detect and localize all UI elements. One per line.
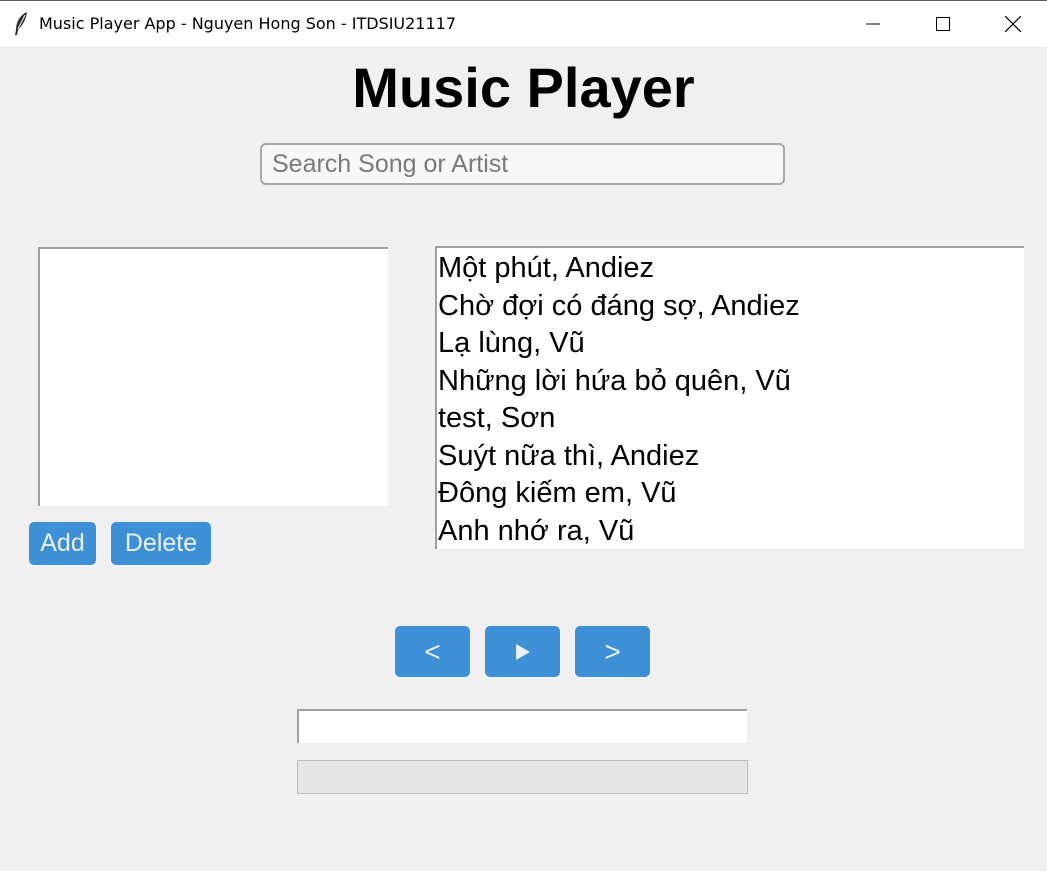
close-icon <box>1005 16 1021 32</box>
delete-button[interactable]: Delete <box>111 522 211 565</box>
now-playing-field <box>297 709 747 743</box>
progress-bar[interactable] <box>297 760 748 794</box>
close-button[interactable] <box>978 1 1047 47</box>
previous-button[interactable]: < <box>395 626 470 677</box>
minimize-button[interactable] <box>838 1 908 47</box>
maximize-icon <box>936 17 950 31</box>
add-button[interactable]: Add <box>29 522 96 565</box>
minimize-icon <box>866 23 880 25</box>
song-item[interactable]: test, Sơn <box>437 400 1024 438</box>
music-player-window: Music Player App - Nguyen Hong Son - ITD… <box>0 0 1047 871</box>
next-button[interactable]: > <box>575 626 650 677</box>
song-item[interactable]: Một phút, Andiez <box>437 250 1024 288</box>
maximize-button[interactable] <box>908 1 978 47</box>
song-item[interactable]: Suýt nữa thì, Andiez <box>437 438 1024 476</box>
song-listbox[interactable]: Một phút, Andiez Chờ đợi có đáng sợ, And… <box>435 246 1024 549</box>
feather-icon <box>12 11 30 37</box>
song-item[interactable]: Anh nhớ ra, Vũ <box>437 513 1024 550</box>
app-heading: Music Player <box>352 56 695 119</box>
play-icon <box>515 643 531 661</box>
play-button[interactable] <box>485 626 560 677</box>
song-item[interactable]: Những lời hứa bỏ quên, Vũ <box>437 363 1024 401</box>
window-title: Music Player App - Nguyen Hong Son - ITD… <box>39 14 457 33</box>
song-item[interactable]: Đông kiếm em, Vũ <box>437 475 1024 513</box>
playlist-listbox[interactable] <box>38 247 388 506</box>
song-item[interactable]: Chờ đợi có đáng sợ, Andiez <box>437 288 1024 326</box>
song-item[interactable]: Lạ lùng, Vũ <box>437 325 1024 363</box>
search-input[interactable] <box>260 143 785 185</box>
title-bar: Music Player App - Nguyen Hong Son - ITD… <box>0 0 1047 46</box>
